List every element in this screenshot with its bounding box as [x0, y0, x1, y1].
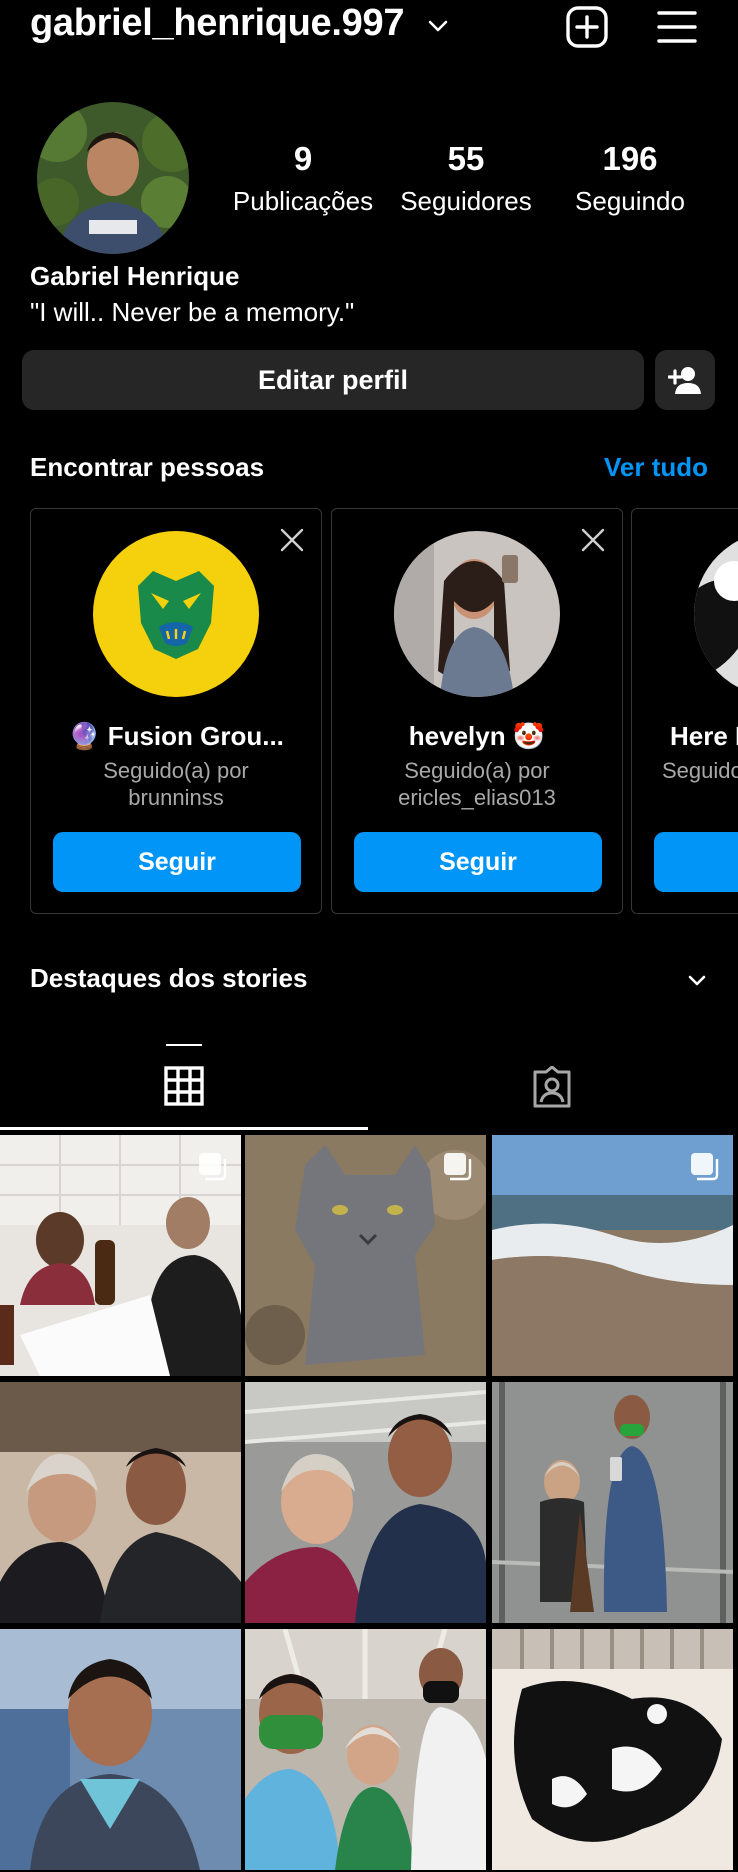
- suggestion-card[interactable]: 🔮 Fusion Grou... Seguido(a) por brunnins…: [30, 508, 322, 914]
- suggestion-card[interactable]: Here I Seguido: [631, 508, 738, 914]
- top-bar: gabriel_henrique.997: [0, 0, 738, 60]
- follow-button[interactable]: Seguir: [53, 832, 301, 892]
- post-thumbnail[interactable]: [0, 1382, 241, 1623]
- mutuals-line: Seguido(a) por: [103, 758, 249, 783]
- suggestion-name[interactable]: hevelyn 🤡: [332, 721, 622, 752]
- close-icon[interactable]: [580, 527, 606, 553]
- profile-avatar[interactable]: [37, 102, 189, 254]
- mutuals-user: brunninss: [128, 785, 224, 810]
- story-highlights-title[interactable]: Destaques dos stories: [30, 963, 307, 994]
- chevron-down-icon[interactable]: [686, 970, 708, 992]
- post-thumbnail[interactable]: [245, 1135, 486, 1376]
- see-all-link[interactable]: Ver tudo: [604, 452, 708, 483]
- suggestion-name[interactable]: 🔮 Fusion Grou...: [31, 721, 321, 752]
- tab-tagged[interactable]: [368, 1044, 736, 1130]
- discover-people-button[interactable]: [655, 350, 715, 410]
- following-count: 196: [602, 140, 658, 177]
- tab-posts-grid[interactable]: [0, 1044, 368, 1130]
- mutuals-line: Seguido(a) por: [404, 758, 550, 783]
- username-title[interactable]: gabriel_henrique.997: [30, 2, 404, 45]
- edit-profile-button[interactable]: Editar perfil: [22, 350, 644, 410]
- follow-button[interactable]: Seguir: [354, 832, 602, 892]
- following-label: Seguindo: [575, 186, 685, 216]
- grid-icon: [164, 1065, 204, 1106]
- followers-label: Seguidores: [400, 186, 532, 216]
- post-thumbnail[interactable]: [492, 1135, 733, 1376]
- post-thumbnail[interactable]: [492, 1629, 733, 1870]
- mutuals-line: Seguido: [662, 758, 738, 783]
- post-thumbnail[interactable]: [492, 1382, 733, 1623]
- profile-name: Gabriel Henrique: [30, 261, 240, 291]
- following-stat[interactable]: 196 Seguindo: [545, 140, 715, 217]
- suggestion-card[interactable]: hevelyn 🤡 Seguido(a) por ericles_elias01…: [331, 508, 623, 914]
- post-thumbnail[interactable]: [0, 1629, 241, 1870]
- follow-button[interactable]: [654, 832, 738, 892]
- suggestion-avatar[interactable]: [394, 531, 560, 697]
- suggestion-mutuals: Seguido: [662, 757, 738, 784]
- posts-stat: 9 Publicações: [218, 140, 388, 217]
- suggestion-name[interactable]: Here I: [670, 721, 738, 752]
- multiple-photos-icon: [199, 1153, 227, 1181]
- suggestion-avatar[interactable]: [93, 531, 259, 697]
- chevron-down-icon[interactable]: [426, 14, 450, 38]
- followers-count: 55: [447, 140, 485, 177]
- multiple-photos-icon: [444, 1153, 472, 1181]
- posts-count: 9: [293, 140, 313, 177]
- profile-bio: "I will.. Never be a memory.": [30, 297, 355, 327]
- profile-tabs: [0, 1044, 738, 1130]
- new-post-icon[interactable]: [564, 4, 610, 50]
- find-people-title: Encontrar pessoas: [30, 452, 265, 482]
- tagged-icon: [533, 1066, 571, 1108]
- suggestion-mutuals: Seguido(a) por ericles_elias013: [332, 757, 622, 811]
- followers-stat[interactable]: 55 Seguidores: [381, 140, 551, 217]
- add-person-icon: [668, 367, 701, 394]
- post-thumbnail[interactable]: [0, 1135, 241, 1376]
- menu-icon[interactable]: [654, 4, 700, 50]
- posts-label: Publicações: [232, 186, 374, 216]
- suggestion-mutuals: Seguido(a) por brunninss: [31, 757, 321, 811]
- post-thumbnail[interactable]: [245, 1629, 486, 1870]
- mutuals-user: ericles_elias013: [398, 785, 556, 810]
- tab-indicator: [166, 1044, 202, 1046]
- multiple-photos-icon: [691, 1153, 719, 1181]
- close-icon[interactable]: [279, 527, 305, 553]
- profile-page: gabriel_henrique.997 9 Publicações 55 Se…: [0, 0, 738, 1872]
- post-thumbnail[interactable]: [245, 1382, 486, 1623]
- suggestion-avatar[interactable]: [694, 531, 738, 697]
